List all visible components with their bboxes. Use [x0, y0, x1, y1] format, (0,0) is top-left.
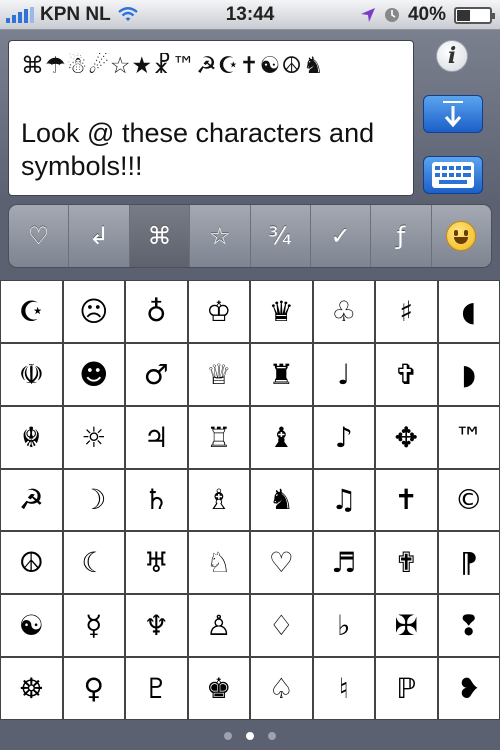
symbol-cell[interactable]: ⁋ [438, 532, 499, 594]
category-bar: ♡ ↲ ⌘ ☆ ¾ ✓ ƒ [8, 204, 492, 268]
category-stars-tab[interactable]: ☆ [190, 205, 251, 267]
category-checkmarks-tab[interactable]: ✓ [311, 205, 372, 267]
symbol-cell[interactable]: ◗ [438, 343, 499, 405]
symbol-cell[interactable]: ♯ [376, 281, 437, 342]
category-arrows-tab[interactable]: ↲ [69, 205, 130, 267]
symbol-cell[interactable]: ™ [438, 406, 499, 468]
symbol-cell[interactable]: ♚ [188, 658, 249, 719]
symbol-cell[interactable]: ❥ [438, 658, 499, 719]
status-right: 40% [360, 4, 495, 26]
keyboard-icon [432, 162, 474, 188]
category-fractions-tab[interactable]: ¾ [251, 205, 311, 267]
keyboard-button[interactable] [423, 156, 483, 194]
symbol-cell[interactable]: ☫ [1, 343, 62, 405]
symbol-cell[interactable]: ♜ [251, 343, 312, 405]
symbol-cell[interactable]: ♙ [188, 595, 249, 657]
symbol-cell[interactable]: ♩ [313, 343, 374, 405]
arrow-down-icon [443, 101, 463, 128]
battery-icon [454, 6, 495, 24]
symbol-cell[interactable]: ♆ [126, 595, 187, 657]
symbol-cell[interactable]: ♬ [313, 532, 374, 594]
category-currency-tab[interactable]: ƒ [371, 205, 432, 267]
page-dot[interactable] [224, 732, 232, 740]
symbol-cell[interactable]: ✞ [376, 343, 437, 405]
page-dot[interactable] [268, 732, 276, 740]
symbol-cell[interactable]: ♢ [251, 595, 312, 657]
insert-down-button[interactable] [423, 95, 483, 133]
symbol-cell[interactable]: ♕ [188, 343, 249, 405]
symbol-cell[interactable]: ☻ [63, 343, 124, 405]
symbol-cell[interactable]: ✟ [376, 532, 437, 594]
symbol-cell[interactable]: ♗ [188, 469, 249, 531]
symbol-cell[interactable]: ☭ [1, 469, 62, 531]
info-button[interactable]: i [436, 40, 468, 72]
symbols-line: ⌘☂☃☄☆★☧™☭☪✝☯☮♞ [21, 53, 325, 79]
symbol-cell[interactable]: ♫ [313, 469, 374, 531]
symbol-cell[interactable]: ♞ [251, 469, 312, 531]
text-editor[interactable]: ⌘☂☃☄☆★☧™☭☪✝☯☮♞ Look @ these characters a… [8, 40, 414, 196]
symbol-cell[interactable]: ♧ [313, 281, 374, 342]
page-dot[interactable] [246, 732, 254, 740]
symbol-grid: ☪ ☹ ♁ ♔ ♛ ♧ ♯ ◖ ☫ ☻ ♂ ♕ ♜ ♩ ✞ ◗ ☬ ☼ ♃ ♖ ♝ ♪ ✥ ™ ☭ ☽ ♄ ♗ ♞ ♫ ✝ © ☮ ☾ ♅ ♘ ♡ ♬ ✟ ⁋… [0, 280, 500, 720]
symbol-cell[interactable]: ♡ [251, 532, 312, 594]
status-bar: KPN NL 13:44 40% [0, 0, 500, 30]
symbol-cell[interactable]: ♛ [251, 281, 312, 342]
symbol-cell[interactable]: ☯ [1, 595, 62, 657]
symbol-cell[interactable]: ♪ [313, 406, 374, 468]
editor-area: ⌘☂☃☄☆★☧™☭☪✝☯☮♞ Look @ these characters a… [0, 30, 500, 200]
symbol-cell[interactable]: ♅ [126, 532, 187, 594]
smiley-icon [446, 221, 477, 251]
symbol-cell[interactable]: ☹ [63, 281, 124, 342]
symbol-cell[interactable]: ♖ [188, 406, 249, 468]
symbol-cell[interactable]: ☼ [63, 406, 124, 468]
symbol-cell[interactable]: ♮ [313, 658, 374, 719]
symbol-cell[interactable]: ♔ [188, 281, 249, 342]
symbol-cell[interactable]: ✠ [376, 595, 437, 657]
symbol-cell[interactable]: ☬ [1, 406, 62, 468]
symbol-cell[interactable]: ✝ [376, 469, 437, 531]
location-arrow-icon [360, 8, 375, 22]
symbol-cell[interactable]: ◖ [438, 281, 499, 342]
page-indicator[interactable] [0, 722, 500, 750]
symbol-cell[interactable]: ❢ [438, 595, 499, 657]
symbol-cell[interactable]: ♀ [63, 658, 124, 719]
symbol-cell[interactable]: ☾ [63, 532, 124, 594]
symbol-cell[interactable]: ♁ [126, 281, 187, 342]
symbol-cell[interactable]: © [438, 469, 499, 531]
editor-text: Look @ these characters and symbols!!! [21, 118, 375, 181]
symbol-cell[interactable]: ♘ [188, 532, 249, 594]
category-hearts-tab[interactable]: ♡ [9, 205, 70, 267]
symbol-cell[interactable]: ♂ [126, 343, 187, 405]
symbol-cell[interactable]: ♭ [313, 595, 374, 657]
symbol-cell[interactable]: ✥ [376, 406, 437, 468]
symbol-cell[interactable]: ♤ [251, 658, 312, 719]
symbol-cell[interactable]: ♇ [126, 658, 187, 719]
symbol-cell[interactable]: ℙ [376, 658, 437, 719]
symbol-cell[interactable]: ☿ [63, 595, 124, 657]
symbol-cell[interactable]: ♃ [126, 406, 187, 468]
symbol-cell[interactable]: ☸ [1, 658, 62, 719]
symbol-cell[interactable]: ☪ [1, 281, 62, 342]
category-emoji-tab[interactable] [432, 205, 491, 267]
battery-percent: 40% [407, 4, 446, 25]
category-misc-symbols-tab[interactable]: ⌘ [129, 205, 191, 267]
symbol-cell[interactable]: ☮ [1, 532, 62, 594]
symbol-cell[interactable]: ♄ [126, 469, 187, 531]
symbol-cell[interactable]: ♝ [251, 406, 312, 468]
clock-icon [384, 8, 399, 22]
symbol-cell[interactable]: ☽ [63, 469, 124, 531]
